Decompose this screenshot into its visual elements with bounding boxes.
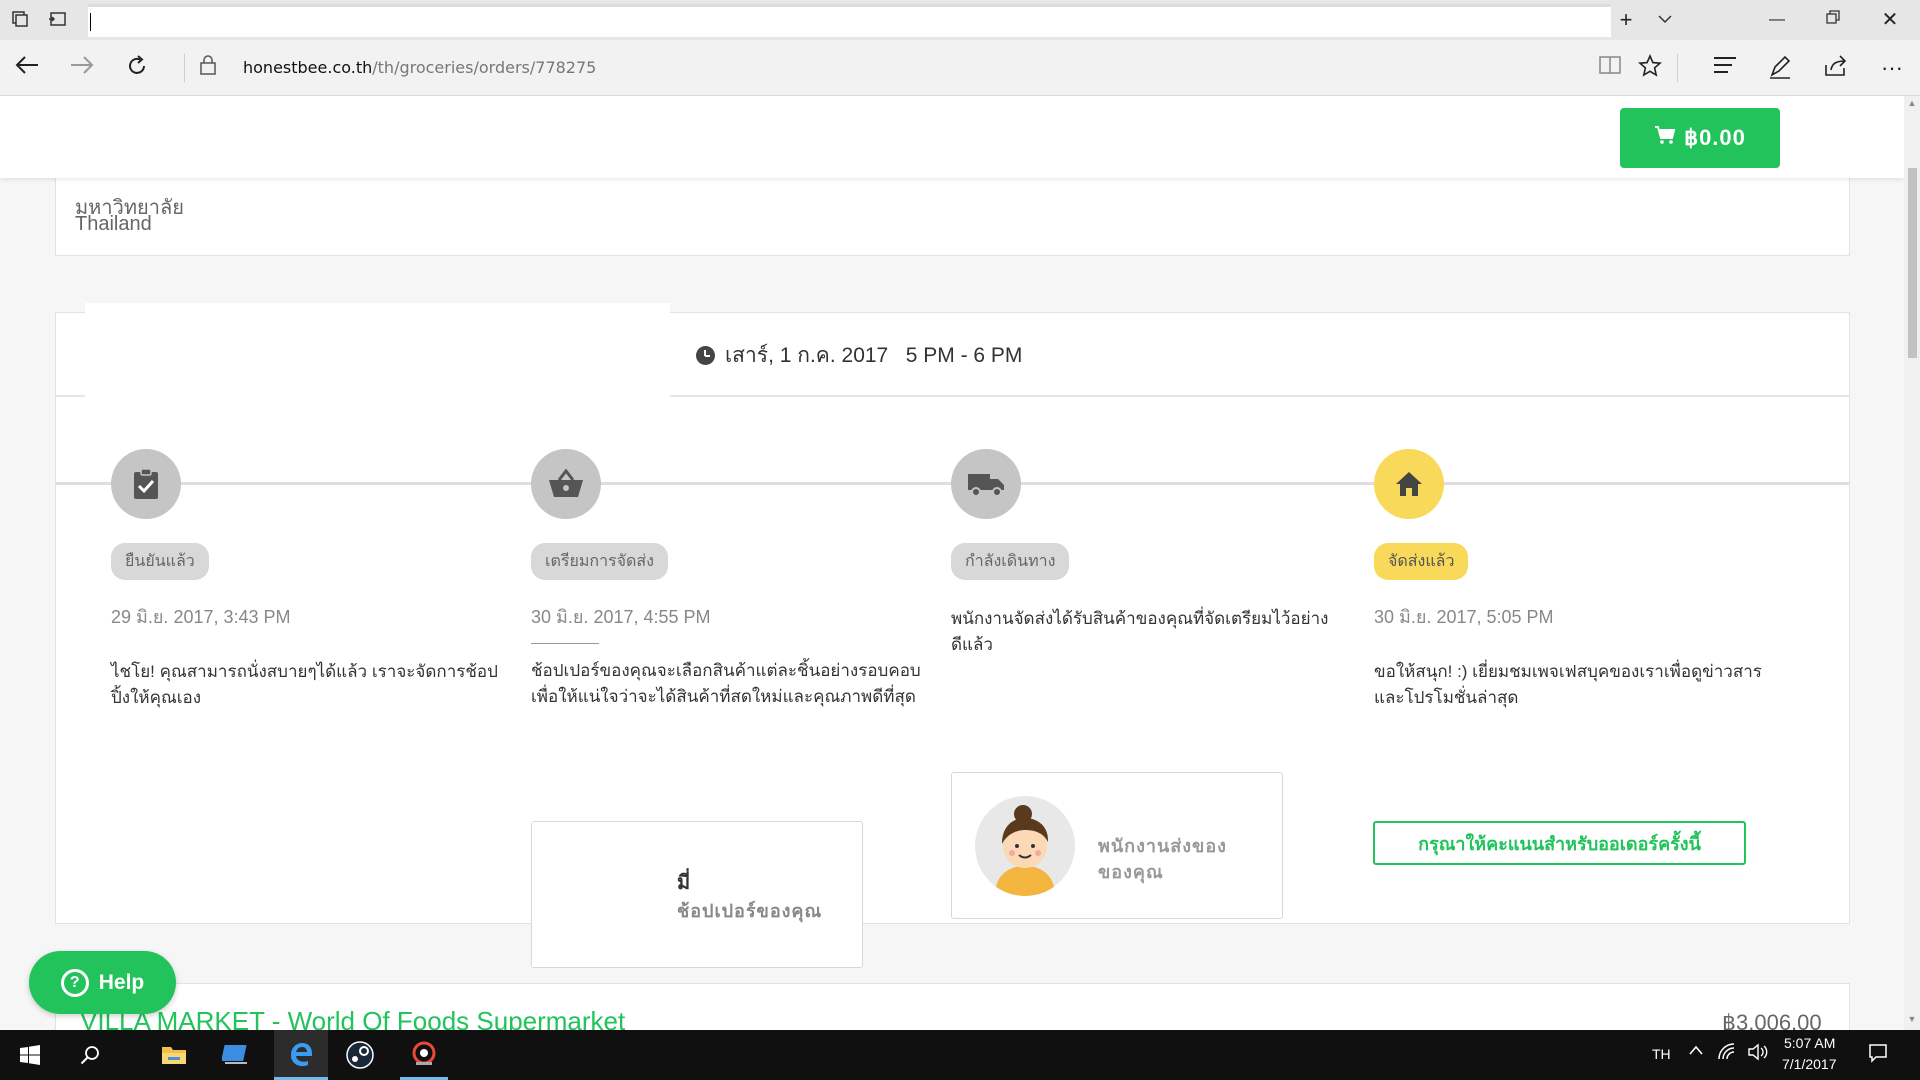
driver-role: พนักงานส่งของของคุณ [1098, 836, 1227, 882]
browser-tab-bar: + — ✕ [0, 0, 1920, 40]
clipboard-check-icon [111, 449, 181, 519]
step-preparing: เตรียมการจัดส่ง 30 มิ.ย. 2017, 4:55 PM ช… [531, 449, 931, 710]
wifi-icon[interactable] [1717, 1043, 1737, 1064]
clock-icon [696, 346, 715, 365]
tab-set-aside-icon[interactable] [10, 10, 30, 30]
shopper-name: มี่ [677, 872, 691, 894]
clock-time[interactable]: 5:07 AM [1784, 1035, 1835, 1051]
tray-chevron-icon[interactable] [1688, 1043, 1704, 1061]
delivery-slot: เสาร์, 1 ก.ค. 2017 5 PM - 6 PM [696, 339, 1022, 372]
cart-icon [1654, 125, 1676, 151]
step-on-the-way: กำลังเดินทาง พนักงานจัดส่งได้รับสินค้าขอ… [951, 449, 1351, 658]
home-icon [1374, 449, 1444, 519]
site-header: ฿0.00 [0, 96, 1904, 178]
new-tab-button[interactable]: + [1611, 8, 1641, 32]
search-icon[interactable] [66, 1030, 114, 1080]
driver-avatar [975, 796, 1075, 896]
file-explorer-icon[interactable] [150, 1030, 198, 1080]
cart-total: ฿0.00 [1684, 125, 1746, 150]
tab-preview-icon[interactable] [48, 10, 68, 30]
shopper-card: มี่ ช้อปเปอร์ของคุณ [531, 821, 863, 968]
reading-view-icon[interactable] [1596, 54, 1624, 82]
status-badge: ยืนยันแล้ว [111, 543, 209, 580]
step-description: พนักงานจัดส่งได้รับสินค้าของคุณที่จัดเตร… [951, 609, 1329, 654]
clock-date[interactable]: 7/1/2017 [1782, 1056, 1837, 1072]
page-scrollbar[interactable]: ▲ ▼ [1904, 96, 1920, 1030]
active-tab[interactable] [88, 4, 1611, 37]
scroll-down-icon[interactable]: ▼ [1906, 1014, 1918, 1024]
store-name-link[interactable]: VILLA MARKET - World Of Foods Supermarke… [80, 1006, 625, 1030]
url-domain: honestbee.co.th [243, 58, 373, 77]
toolbar-separator [1677, 54, 1678, 82]
action-center-icon[interactable] [1868, 1043, 1888, 1066]
back-arrow-icon[interactable] [13, 54, 41, 82]
address-country: Thailand [75, 213, 152, 235]
status-badge: เตรียมการจัดส่ง [531, 543, 668, 580]
rate-order-button[interactable]: กรุณาให้คะแนนสำหรับออเดอร์ครั้งนี้ [1373, 821, 1746, 865]
step-delivered: จัดส่งแล้ว 30 มิ.ย. 2017, 5:05 PM ขอให้ส… [1374, 449, 1774, 711]
photoscape-app-icon[interactable] [400, 1030, 448, 1080]
volume-icon[interactable] [1747, 1043, 1769, 1064]
driver-card: พนักงานส่งของของคุณ [951, 772, 1283, 919]
question-icon: ? [60, 968, 89, 997]
text-caret [90, 13, 91, 31]
share-icon[interactable] [1822, 54, 1850, 82]
forward-arrow-icon[interactable] [68, 54, 96, 82]
status-badge: จัดส่งแล้ว [1374, 543, 1469, 580]
step-date: 30 มิ.ย. 2017, 5:05 PM [1374, 607, 1554, 627]
shopper-photo-placeholder [532, 822, 672, 967]
windows-taskbar: TH 5:07 AM 7/1/2017 [0, 1030, 1920, 1080]
refresh-icon[interactable] [123, 54, 151, 82]
minimize-button[interactable]: — [1762, 8, 1792, 32]
tab-list-chevron-icon[interactable] [1650, 8, 1680, 32]
step-description: ไชโย! คุณสามารถนั่งสบายๆได้แล้ว เราจะจัด… [111, 662, 498, 707]
steam-app-icon[interactable] [336, 1030, 384, 1080]
url-path: /th/groceries/orders/778275 [372, 58, 597, 77]
browser-address-bar: honestbee.co.th/th/groceries/orders/7782… [0, 40, 1920, 96]
shopper-role: ช้อปเปอร์ของคุณ [677, 901, 823, 921]
favorite-star-icon[interactable] [1636, 54, 1664, 82]
help-button[interactable]: ? Help [29, 951, 176, 1014]
url-field[interactable]: honestbee.co.th/th/groceries/orders/7782… [243, 58, 596, 77]
store-total: ฿3,006.00 [1722, 1010, 1822, 1030]
scroll-up-icon[interactable]: ▲ [1906, 98, 1918, 108]
step-date: 29 มิ.ย. 2017, 3:43 PM [111, 607, 291, 627]
windows-start-icon[interactable] [6, 1030, 54, 1080]
step-divider [531, 643, 599, 644]
status-badge: กำลังเดินทาง [951, 543, 1070, 580]
language-indicator[interactable]: TH [1652, 1046, 1671, 1062]
blank-overlay [85, 303, 670, 400]
truck-icon [951, 449, 1021, 519]
step-description: ขอให้สนุก! :) เยี่ยมชมเพจเฟสบุคของเราเพื… [1374, 662, 1762, 707]
hub-icon[interactable] [1711, 54, 1739, 82]
cart-button[interactable]: ฿0.00 [1620, 108, 1780, 168]
basket-icon [531, 449, 601, 519]
edge-browser-icon[interactable] [274, 1030, 328, 1080]
scroll-thumb[interactable] [1908, 168, 1917, 358]
web-note-pen-icon[interactable] [1766, 54, 1794, 82]
more-actions-icon[interactable]: ··· [1878, 54, 1906, 82]
help-label: Help [98, 970, 145, 994]
lock-icon[interactable] [194, 54, 222, 82]
address-separator [184, 54, 185, 82]
step-description: ช้อปเปอร์ของคุณจะเลือกสินค้าแต่ละชิ้นอย่… [531, 661, 921, 706]
restore-button[interactable] [1818, 8, 1848, 32]
onedrive-app-icon[interactable] [212, 1030, 260, 1080]
close-button[interactable]: ✕ [1875, 8, 1905, 32]
page-viewport: มหาวิทยาลัย Thailand ฿0.00 เสาร์, 1 ก.ค.… [0, 96, 1904, 1030]
step-date: 30 มิ.ย. 2017, 4:55 PM [531, 607, 711, 627]
step-confirmed: ยืนยันแล้ว 29 มิ.ย. 2017, 3:43 PM ไชโย! … [111, 449, 511, 711]
delivery-slot-text: เสาร์, 1 ก.ค. 2017 5 PM - 6 PM [725, 344, 1023, 367]
